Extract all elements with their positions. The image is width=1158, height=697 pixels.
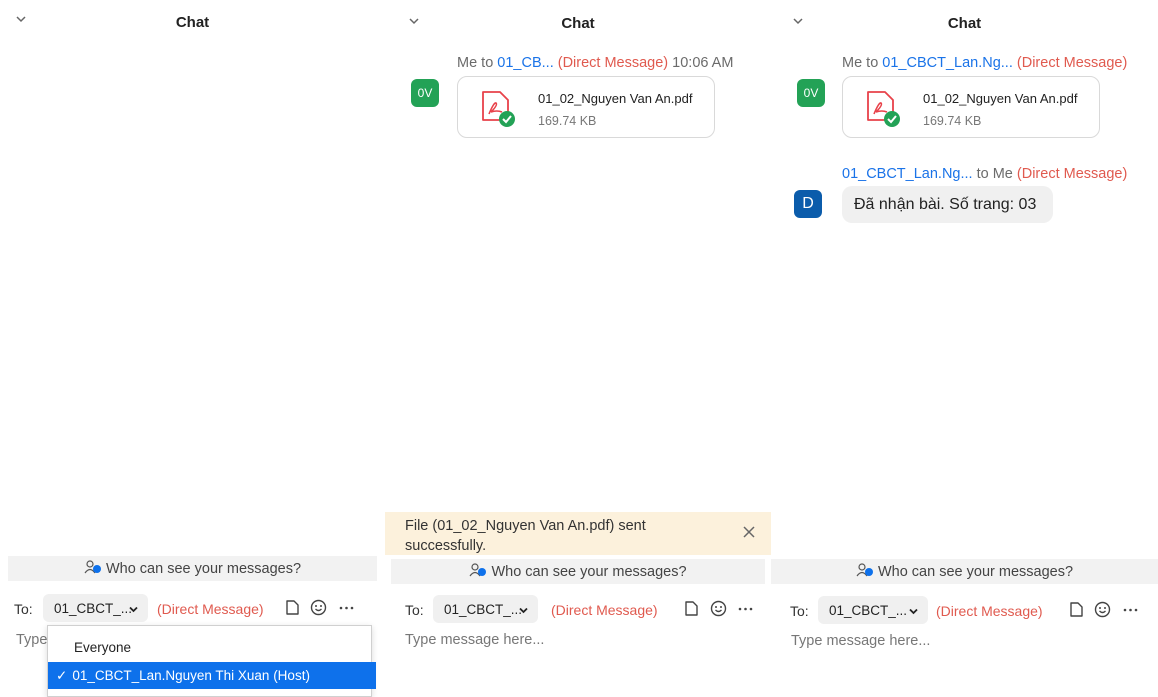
people-icon [469, 562, 487, 581]
chevron-down-icon [908, 605, 919, 616]
file-icon[interactable] [682, 599, 701, 618]
direct-message-label: (Direct Message) [936, 603, 1043, 619]
message-toolbar: To: 01_CBCT_... (Direct Message) [771, 596, 1158, 626]
chat-panel-2: Chat Me to 01_CB... (Direct Message) 10:… [385, 0, 771, 690]
direct-message-label: (Direct Message) [551, 602, 658, 618]
dropdown-item-host[interactable]: ✓ 01_CBCT_Lan.Nguyen Thi Xuan (Host) [48, 662, 376, 689]
file-attachment-card[interactable]: 01_02_Nguyen Van An.pdf 169.74 KB [842, 76, 1100, 138]
message-header: Me to 01_CB... (Direct Message) 10:06 AM [457, 55, 733, 71]
recipient-name[interactable]: 01_CB... [497, 55, 553, 71]
check-circle-icon [884, 111, 900, 127]
chevron-down-icon [518, 604, 529, 615]
recipient-select[interactable]: 01_CBCT_... [818, 596, 928, 624]
recipient-value: 01_CBCT_... [54, 601, 133, 616]
more-icon[interactable] [1121, 600, 1140, 619]
dropdown-item-host-label: 01_CBCT_Lan.Nguyen Thi Xuan (Host) [72, 668, 310, 683]
who-can-see-text: Who can see your messages? [491, 563, 687, 580]
emoji-icon[interactable] [309, 598, 328, 617]
people-icon [84, 559, 102, 578]
recipient-name[interactable]: 01_CBCT_Lan.Ng... [882, 55, 1013, 71]
recipient-value: 01_CBCT_... [829, 603, 908, 618]
who-can-see-banner[interactable]: Who can see your messages? [391, 559, 765, 584]
who-can-see-banner[interactable]: Who can see your messages? [8, 556, 377, 581]
file-icon[interactable] [1067, 600, 1086, 619]
more-icon[interactable] [736, 599, 755, 618]
notice-text: File (01_02_Nguyen Van An.pdf) sent succ… [405, 518, 646, 554]
message-bubble: Đã nhận bài. Số trang: 03 [842, 186, 1053, 223]
sender-label: Me to [842, 55, 883, 71]
file-size: 169.74 KB [923, 114, 982, 128]
emoji-icon[interactable] [709, 599, 728, 618]
to-me-label: to Me [972, 166, 1013, 182]
recipient-dropdown: Everyone ✓ 01_CBCT_Lan.Nguyen Thi Xuan (… [47, 625, 376, 697]
chat-panel-3: Chat Me to 01_CBCT_Lan.Ng... (Direct Mes… [771, 0, 1158, 690]
who-can-see-text: Who can see your messages? [105, 560, 302, 577]
upload-success-notice: File (01_02_Nguyen Van An.pdf) sent succ… [385, 512, 771, 555]
check-icon: ✓ [56, 667, 68, 683]
message-header: Me to 01_CBCT_Lan.Ng... (Direct Message) [842, 55, 1127, 71]
direct-message-label: (Direct Message) [1016, 55, 1128, 71]
direct-message-label: (Direct Message) [157, 601, 264, 617]
message-toolbar: To: 01_CBCT_... (Direct Message) [0, 594, 385, 624]
direct-message-label: (Direct Message) [1016, 166, 1128, 182]
file-attachment-card[interactable]: 01_02_Nguyen Van An.pdf 169.74 KB [457, 76, 715, 138]
people-icon [856, 562, 874, 581]
panel-title: Chat [947, 15, 982, 32]
message-input[interactable]: Type message here... [405, 632, 544, 648]
dropdown-item-everyone[interactable]: Everyone [48, 634, 394, 661]
check-circle-icon [499, 111, 515, 127]
more-icon[interactable] [337, 598, 356, 617]
emoji-icon[interactable] [1093, 600, 1112, 619]
avatar[interactable]: 0V [411, 79, 439, 107]
recipient-select[interactable]: 01_CBCT_... [433, 595, 538, 623]
file-size: 169.74 KB [538, 114, 597, 128]
pdf-file-icon [480, 90, 516, 128]
chat-panel-1: Chat Who can see your messages? To: 01_C… [0, 0, 385, 697]
chevron-down-icon [128, 603, 139, 614]
message-input[interactable]: Type [16, 632, 47, 648]
avatar[interactable]: 0V [797, 79, 825, 107]
pdf-file-icon [865, 90, 901, 128]
message-toolbar: To: 01_CBCT_... (Direct Message) [385, 595, 771, 625]
file-name: 01_02_Nguyen Van An.pdf [538, 91, 693, 106]
to-label: To: [790, 603, 809, 619]
file-name: 01_02_Nguyen Van An.pdf [923, 91, 1078, 106]
message-time: 10:06 AM [672, 55, 734, 71]
message-input[interactable]: Type message here... [791, 633, 930, 649]
sender-label: Me to [457, 55, 498, 71]
who-can-see-banner[interactable]: Who can see your messages? [771, 559, 1158, 584]
panel-title: Chat [175, 14, 210, 31]
to-label: To: [405, 602, 424, 618]
message-header: 01_CBCT_Lan.Ng... to Me (Direct Message) [842, 166, 1127, 182]
avatar[interactable]: D [794, 190, 822, 218]
to-label: To: [14, 601, 33, 617]
direct-message-label: (Direct Message) [557, 55, 669, 71]
panel-title: Chat [561, 15, 595, 32]
sender-name[interactable]: 01_CBCT_Lan.Ng... [842, 166, 973, 182]
recipient-value: 01_CBCT_... [444, 602, 523, 617]
file-icon[interactable] [283, 598, 302, 617]
close-icon[interactable] [741, 524, 757, 540]
who-can-see-text: Who can see your messages? [877, 563, 1074, 580]
recipient-select[interactable]: 01_CBCT_... [43, 594, 148, 622]
